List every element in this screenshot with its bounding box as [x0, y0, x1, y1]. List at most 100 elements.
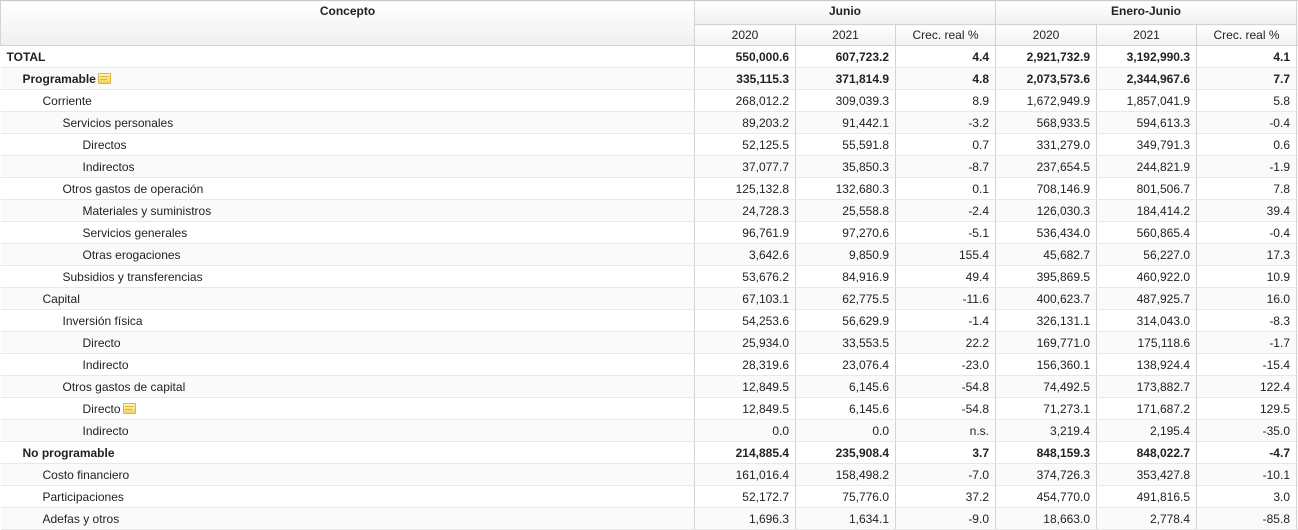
column-header-enero-junio-2021[interactable]: 2021	[1097, 25, 1197, 46]
row-concept-cell: Servicios generales	[1, 222, 695, 244]
cell-junio-2020: 3,642.6	[695, 244, 796, 266]
cell-enero-junio-growth: -0.4	[1197, 112, 1297, 134]
cell-enero-junio-2020: 395,869.5	[996, 266, 1097, 288]
table-row[interactable]: Servicios generales96,761.997,270.6-5.15…	[1, 222, 1298, 244]
cell-junio-growth: 155.4	[896, 244, 996, 266]
cell-junio-growth: 37.2	[896, 486, 996, 508]
cell-junio-2020: 161,016.4	[695, 464, 796, 486]
column-header-enero-junio-growth[interactable]: Crec. real %	[1197, 25, 1297, 46]
cell-junio-growth: n.s.	[896, 420, 996, 442]
cell-enero-junio-growth: 4.1	[1197, 46, 1297, 68]
table-row[interactable]: Capital67,103.162,775.5-11.6400,623.7487…	[1, 288, 1298, 310]
cell-junio-2020: 52,172.7	[695, 486, 796, 508]
column-header-junio-growth[interactable]: Crec. real %	[896, 25, 996, 46]
cell-junio-2021: 158,498.2	[796, 464, 896, 486]
table-row[interactable]: Costo financiero161,016.4158,498.2-7.037…	[1, 464, 1298, 486]
table-row[interactable]: Directo25,934.033,553.522.2169,771.0175,…	[1, 332, 1298, 354]
note-icon[interactable]	[98, 73, 111, 84]
cell-enero-junio-2021: 560,865.4	[1097, 222, 1197, 244]
cell-enero-junio-2020: 400,623.7	[996, 288, 1097, 310]
cell-junio-2021: 309,039.3	[796, 90, 896, 112]
column-header-junio-2021[interactable]: 2021	[796, 25, 896, 46]
cell-enero-junio-growth: 10.9	[1197, 266, 1297, 288]
cell-junio-growth: -8.7	[896, 156, 996, 178]
table-row[interactable]: Materiales y suministros24,728.325,558.8…	[1, 200, 1298, 222]
row-concept-label: Materiales y suministros	[83, 204, 212, 218]
cell-enero-junio-2020: 374,726.3	[996, 464, 1097, 486]
column-header-junio-2020[interactable]: 2020	[695, 25, 796, 46]
table-row[interactable]: Participaciones52,172.775,776.037.2454,7…	[1, 486, 1298, 508]
cell-junio-growth: -1.4	[896, 310, 996, 332]
row-concept-cell: Otros gastos de operación	[1, 178, 695, 200]
cell-junio-growth: -3.2	[896, 112, 996, 134]
row-concept-label: Otros gastos de operación	[63, 182, 204, 196]
cell-enero-junio-2020: 45,682.7	[996, 244, 1097, 266]
row-concept-cell: Corriente	[1, 90, 695, 112]
row-concept-label: Adefas y otros	[43, 512, 120, 526]
cell-enero-junio-2021: 1,857,041.9	[1097, 90, 1197, 112]
cell-junio-2021: 371,814.9	[796, 68, 896, 90]
row-concept-cell: Capital	[1, 288, 695, 310]
table-row[interactable]: Directo12,849.56,145.6-54.871,273.1171,6…	[1, 398, 1298, 420]
row-concept-label: TOTAL	[7, 50, 46, 64]
cell-enero-junio-2021: 184,414.2	[1097, 200, 1197, 222]
column-header-concepto[interactable]: Concepto	[1, 1, 695, 46]
table-row[interactable]: Programable335,115.3371,814.94.82,073,57…	[1, 68, 1298, 90]
table-row[interactable]: Otros gastos de capital12,849.56,145.6-5…	[1, 376, 1298, 398]
cell-enero-junio-growth: 5.8	[1197, 90, 1297, 112]
table-row[interactable]: Directos52,125.555,591.80.7331,279.0349,…	[1, 134, 1298, 156]
cell-junio-growth: 8.9	[896, 90, 996, 112]
cell-enero-junio-growth: -0.4	[1197, 222, 1297, 244]
table-row[interactable]: Otros gastos de operación125,132.8132,68…	[1, 178, 1298, 200]
table-row[interactable]: Servicios personales89,203.291,442.1-3.2…	[1, 112, 1298, 134]
row-concept-cell: Costo financiero	[1, 464, 695, 486]
table-row[interactable]: Indirecto28,319.623,076.4-23.0156,360.11…	[1, 354, 1298, 376]
cell-enero-junio-2021: 171,687.2	[1097, 398, 1197, 420]
cell-enero-junio-2020: 536,434.0	[996, 222, 1097, 244]
cell-junio-growth: 3.7	[896, 442, 996, 464]
cell-junio-growth: 4.8	[896, 68, 996, 90]
table-row[interactable]: Indirecto0.00.0n.s.3,219.42,195.4-35.0	[1, 420, 1298, 442]
cell-junio-growth: -5.1	[896, 222, 996, 244]
table-row[interactable]: Indirectos37,077.735,850.3-8.7237,654.52…	[1, 156, 1298, 178]
cell-enero-junio-2021: 848,022.7	[1097, 442, 1197, 464]
cell-junio-growth: 0.1	[896, 178, 996, 200]
cell-junio-2021: 25,558.8	[796, 200, 896, 222]
table-row[interactable]: Otras erogaciones3,642.69,850.9155.445,6…	[1, 244, 1298, 266]
cell-enero-junio-2021: 487,925.7	[1097, 288, 1197, 310]
column-header-enero-junio-2020[interactable]: 2020	[996, 25, 1097, 46]
column-group-junio[interactable]: Junio	[695, 1, 996, 25]
table-row[interactable]: Adefas y otros1,696.31,634.1-9.018,663.0…	[1, 508, 1298, 530]
cell-junio-2021: 23,076.4	[796, 354, 896, 376]
cell-junio-2020: 0.0	[695, 420, 796, 442]
cell-enero-junio-growth: 122.4	[1197, 376, 1297, 398]
cell-enero-junio-2021: 2,195.4	[1097, 420, 1197, 442]
cell-enero-junio-growth: -1.7	[1197, 332, 1297, 354]
cell-enero-junio-2020: 18,663.0	[996, 508, 1097, 530]
table-row[interactable]: Corriente268,012.2309,039.38.91,672,949.…	[1, 90, 1298, 112]
row-concept-cell: Servicios personales	[1, 112, 695, 134]
note-icon[interactable]	[123, 403, 136, 414]
table-row[interactable]: No programable214,885.4235,908.43.7848,1…	[1, 442, 1298, 464]
cell-junio-2020: 550,000.6	[695, 46, 796, 68]
table-row[interactable]: Inversión física54,253.656,629.9-1.4326,…	[1, 310, 1298, 332]
cell-junio-2021: 84,916.9	[796, 266, 896, 288]
column-group-enero-junio[interactable]: Enero-Junio	[996, 1, 1297, 25]
row-concept-cell: Otras erogaciones	[1, 244, 695, 266]
row-concept-cell: TOTAL	[1, 46, 695, 68]
row-concept-cell: Materiales y suministros	[1, 200, 695, 222]
table-row[interactable]: Subsidios y transferencias53,676.284,916…	[1, 266, 1298, 288]
table-row[interactable]: TOTAL550,000.6607,723.24.42,921,732.93,1…	[1, 46, 1298, 68]
cell-enero-junio-growth: -8.3	[1197, 310, 1297, 332]
row-concept-label: Indirecto	[83, 424, 129, 438]
cell-enero-junio-2021: 491,816.5	[1097, 486, 1197, 508]
row-concept-cell: No programable	[1, 442, 695, 464]
cell-enero-junio-2021: 353,427.8	[1097, 464, 1197, 486]
cell-enero-junio-2021: 3,192,990.3	[1097, 46, 1197, 68]
cell-enero-junio-2020: 326,131.1	[996, 310, 1097, 332]
row-concept-cell: Indirectos	[1, 156, 695, 178]
cell-junio-2021: 6,145.6	[796, 398, 896, 420]
cell-enero-junio-2020: 1,672,949.9	[996, 90, 1097, 112]
cell-enero-junio-2021: 2,778.4	[1097, 508, 1197, 530]
cell-junio-2020: 28,319.6	[695, 354, 796, 376]
